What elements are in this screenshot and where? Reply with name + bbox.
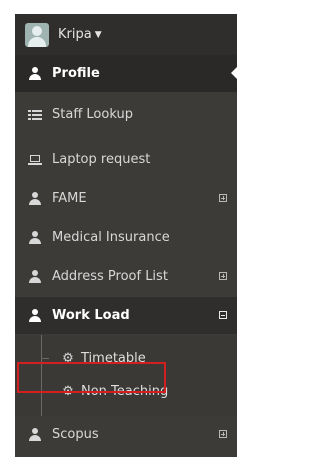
sidebar-item-label: Address Proof List bbox=[52, 269, 168, 284]
gear-icon: ⚙ bbox=[62, 351, 74, 366]
sidebar-item-profile[interactable]: Profile bbox=[15, 55, 237, 92]
submenu-item-label: Non Teaching bbox=[81, 384, 169, 399]
sidebar-item-label: Laptop request bbox=[52, 152, 151, 167]
avatar bbox=[25, 22, 49, 47]
user-icon bbox=[28, 308, 42, 323]
submenu-item-non-teaching[interactable]: ⚙ Non Teaching bbox=[15, 375, 237, 408]
submenu-item-timetable[interactable]: ⚙ Timetable bbox=[15, 342, 237, 375]
user-icon bbox=[28, 230, 42, 245]
sidebar-item-medical-insurance[interactable]: Medical Insurance bbox=[15, 219, 237, 256]
user-icon bbox=[28, 427, 42, 442]
active-indicator-arrow bbox=[231, 67, 237, 79]
user-icon bbox=[28, 66, 42, 81]
sidebar-item-label: Medical Insurance bbox=[52, 230, 170, 245]
collapse-icon[interactable] bbox=[219, 311, 227, 319]
sidebar-item-label: Scopus bbox=[52, 427, 99, 442]
work-load-submenu: ⚙ Timetable ⚙ Non Teaching bbox=[15, 335, 237, 416]
sidebar-item-label: FAME bbox=[52, 191, 87, 206]
sidebar-item-fame[interactable]: FAME bbox=[15, 180, 237, 217]
sidebar-item-scopus[interactable]: Scopus bbox=[15, 416, 237, 453]
user-profile-header[interactable]: Kripa ▼ bbox=[15, 14, 237, 55]
sidebar-item-work-load[interactable]: Work Load bbox=[15, 297, 237, 334]
sidebar-item-staff-lookup[interactable]: Staff Lookup bbox=[15, 96, 237, 133]
user-icon bbox=[28, 269, 42, 284]
expand-icon[interactable] bbox=[219, 430, 227, 438]
chevron-down-icon[interactable]: ▼ bbox=[95, 30, 102, 40]
list-icon bbox=[28, 108, 42, 122]
gear-icon: ⚙ bbox=[62, 384, 74, 399]
sidebar-item-label: Staff Lookup bbox=[52, 107, 133, 122]
expand-icon[interactable] bbox=[219, 194, 227, 202]
sidebar-item-laptop-request[interactable]: Laptop request bbox=[15, 141, 237, 178]
sidebar-item-label: Profile bbox=[52, 66, 100, 81]
sidebar-item-address-proof-list[interactable]: Address Proof List bbox=[15, 258, 237, 295]
laptop-icon bbox=[28, 153, 42, 167]
sidebar-item-label: Work Load bbox=[52, 308, 130, 323]
sidebar: Kripa ▼ Profile Staff Lookup Laptop requ… bbox=[15, 14, 237, 457]
user-name[interactable]: Kripa bbox=[58, 27, 92, 42]
user-icon bbox=[28, 191, 42, 206]
submenu-item-label: Timetable bbox=[81, 351, 146, 366]
expand-icon[interactable] bbox=[219, 272, 227, 280]
